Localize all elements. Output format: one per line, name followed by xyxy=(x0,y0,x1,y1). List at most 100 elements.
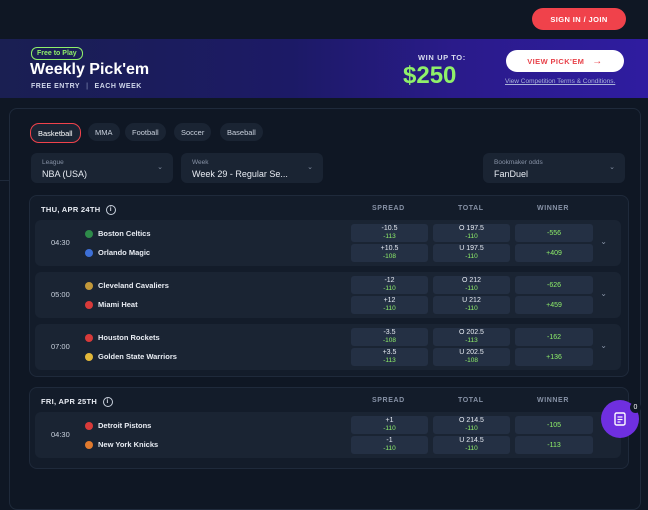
day-group: FRI, APR 25TH i SPREAD TOTAL WINNER 04:3… xyxy=(29,387,629,469)
game-time: 07:00 xyxy=(51,342,70,351)
spread-odds-button[interactable]: +10.5 -108 xyxy=(351,244,428,262)
spread-line: +1 xyxy=(385,417,394,424)
league-select[interactable]: League NBA (USA) ⌄ xyxy=(31,153,173,183)
total-odds-button[interactable]: O 197.5 -110 xyxy=(433,224,510,242)
spread-column-header: SPREAD xyxy=(372,397,405,404)
home-team: Cleveland Cavaliers xyxy=(85,281,169,290)
spread-line: -1 xyxy=(386,437,393,444)
winner-odds-button[interactable]: +136 xyxy=(515,348,593,366)
team-logo-icon xyxy=(85,248,93,257)
spread-odds-button[interactable]: -1 -110 xyxy=(351,436,428,454)
terms-link[interactable]: View Competition Terms & Conditions. xyxy=(505,78,615,85)
week-value: Week 29 - Regular Se... xyxy=(192,169,288,179)
total-price: -110 xyxy=(465,253,478,260)
spread-price: -110 xyxy=(383,305,396,312)
bookmaker-select[interactable]: Bookmaker odds FanDuel ⌄ xyxy=(483,153,625,183)
league-value: NBA (USA) xyxy=(42,169,88,179)
winner-odds-button[interactable]: -556 xyxy=(515,224,593,242)
view-pickem-button[interactable]: VIEW PICK'EM → xyxy=(506,50,624,72)
spread-line: +3.5 xyxy=(382,349,397,356)
total-odds-button[interactable]: U 212 -110 xyxy=(433,296,510,314)
total-line: U 197.5 xyxy=(459,245,484,252)
day-group: THU, APR 24TH i SPREAD TOTAL WINNER 04:3… xyxy=(29,195,629,377)
team-name: Houston Rockets xyxy=(98,333,160,342)
team-name: Golden State Warriors xyxy=(98,352,177,361)
total-odds-button[interactable]: U 202.5 -108 xyxy=(433,348,510,366)
spread-price: -110 xyxy=(383,445,396,452)
spread-odds-button[interactable]: -12 -110 xyxy=(351,276,428,294)
spread-price: -113 xyxy=(383,233,396,240)
winner-odds-button[interactable]: -105 xyxy=(515,416,593,434)
tab-mma[interactable]: MMA xyxy=(88,123,120,141)
winner-odds-button[interactable]: -626 xyxy=(515,276,593,294)
total-odds-button[interactable]: O 202.5 -113 xyxy=(433,328,510,346)
total-price: -113 xyxy=(465,337,478,344)
game-row[interactable]: 05:00 Cleveland Cavaliers Miami Heat -12… xyxy=(35,272,621,318)
team-name: Miami Heat xyxy=(98,300,138,309)
home-team: Detroit Pistons xyxy=(85,421,151,430)
spread-price: -113 xyxy=(383,357,396,364)
spread-line: -3.5 xyxy=(383,329,396,336)
winner-odds-button[interactable]: -113 xyxy=(515,436,593,454)
day-heading: THU, APR 24TH i xyxy=(41,205,116,216)
sign-in-button[interactable]: SIGN IN / JOIN xyxy=(532,8,626,30)
spread-odds-button[interactable]: -10.5 -113 xyxy=(351,224,428,242)
bookmaker-label: Bookmaker odds xyxy=(494,159,543,166)
total-line: U 202.5 xyxy=(459,349,484,356)
day-date: FRI, APR 25TH xyxy=(41,397,98,406)
game-time: 05:00 xyxy=(51,290,70,299)
winner-odds-button[interactable]: +409 xyxy=(515,244,593,262)
total-line: O 214.5 xyxy=(459,417,484,424)
info-icon[interactable]: i xyxy=(102,397,113,408)
team-name: Orlando Magic xyxy=(98,248,151,257)
total-odds-button[interactable]: O 214.5 -110 xyxy=(433,416,510,434)
game-time: 04:30 xyxy=(51,430,70,439)
spread-line: -12 xyxy=(384,277,395,284)
total-price: -110 xyxy=(465,425,478,432)
top-bar: SIGN IN / JOIN xyxy=(0,0,648,38)
game-row[interactable]: 04:30 Detroit Pistons New York Knicks +1… xyxy=(35,412,621,458)
total-odds-button[interactable]: O 212 -110 xyxy=(433,276,510,294)
free-entry-text: FREE ENTRY xyxy=(31,83,81,90)
tab-basketball[interactable]: Basketball xyxy=(30,123,81,143)
info-icon[interactable]: i xyxy=(105,205,116,216)
spread-odds-button[interactable]: +1 -110 xyxy=(351,416,428,434)
game-row[interactable]: 04:30 Boston Celtics Orlando Magic -10.5… xyxy=(35,220,621,266)
total-odds-button[interactable]: U 197.5 -110 xyxy=(433,244,510,262)
winner-column-header: WINNER xyxy=(537,397,569,404)
week-label: Week xyxy=(192,159,209,166)
away-team: Golden State Warriors xyxy=(85,352,177,361)
away-team: New York Knicks xyxy=(85,440,158,449)
betslip-button[interactable]: 0 xyxy=(601,400,641,438)
total-odds-button[interactable]: U 214.5 -110 xyxy=(433,436,510,454)
total-price: -110 xyxy=(465,233,478,240)
total-line: O 202.5 xyxy=(459,329,484,336)
spread-odds-button[interactable]: -3.5 -108 xyxy=(351,328,428,346)
chevron-down-icon[interactable]: ⌄ xyxy=(600,237,607,246)
spread-odds-button[interactable]: +12 -110 xyxy=(351,296,428,314)
winner-odds-button[interactable]: -162 xyxy=(515,328,593,346)
tab-baseball[interactable]: Baseball xyxy=(220,123,263,141)
total-price: -110 xyxy=(465,305,478,312)
game-time: 04:30 xyxy=(51,238,70,247)
game-row[interactable]: 07:00 Houston Rockets Golden State Warri… xyxy=(35,324,621,370)
tab-football[interactable]: Football xyxy=(125,123,166,141)
total-price: -110 xyxy=(465,285,478,292)
chevron-down-icon[interactable]: ⌄ xyxy=(600,341,607,350)
view-pickem-label: VIEW PICK'EM xyxy=(527,56,585,66)
spread-odds-button[interactable]: +3.5 -113 xyxy=(351,348,428,366)
chevron-down-icon[interactable]: ⌄ xyxy=(600,289,607,298)
total-line: U 212 xyxy=(462,297,481,304)
team-name: New York Knicks xyxy=(98,440,159,449)
arrow-right-icon: → xyxy=(592,55,603,67)
team-logo-icon xyxy=(85,281,93,290)
spread-line: +10.5 xyxy=(380,245,399,252)
win-up-to-label: WIN UP TO: xyxy=(418,53,466,62)
banner-subtitle: FREE ENTRY | EACH WEEK xyxy=(31,83,142,90)
bookmaker-value: FanDuel xyxy=(494,169,529,179)
tab-soccer[interactable]: Soccer xyxy=(174,123,212,141)
winner-odds-button[interactable]: +459 xyxy=(515,296,593,314)
away-team: Orlando Magic xyxy=(85,248,150,257)
week-select[interactable]: Week Week 29 - Regular Se... ⌄ xyxy=(181,153,323,183)
total-line: O 212 xyxy=(461,277,482,284)
